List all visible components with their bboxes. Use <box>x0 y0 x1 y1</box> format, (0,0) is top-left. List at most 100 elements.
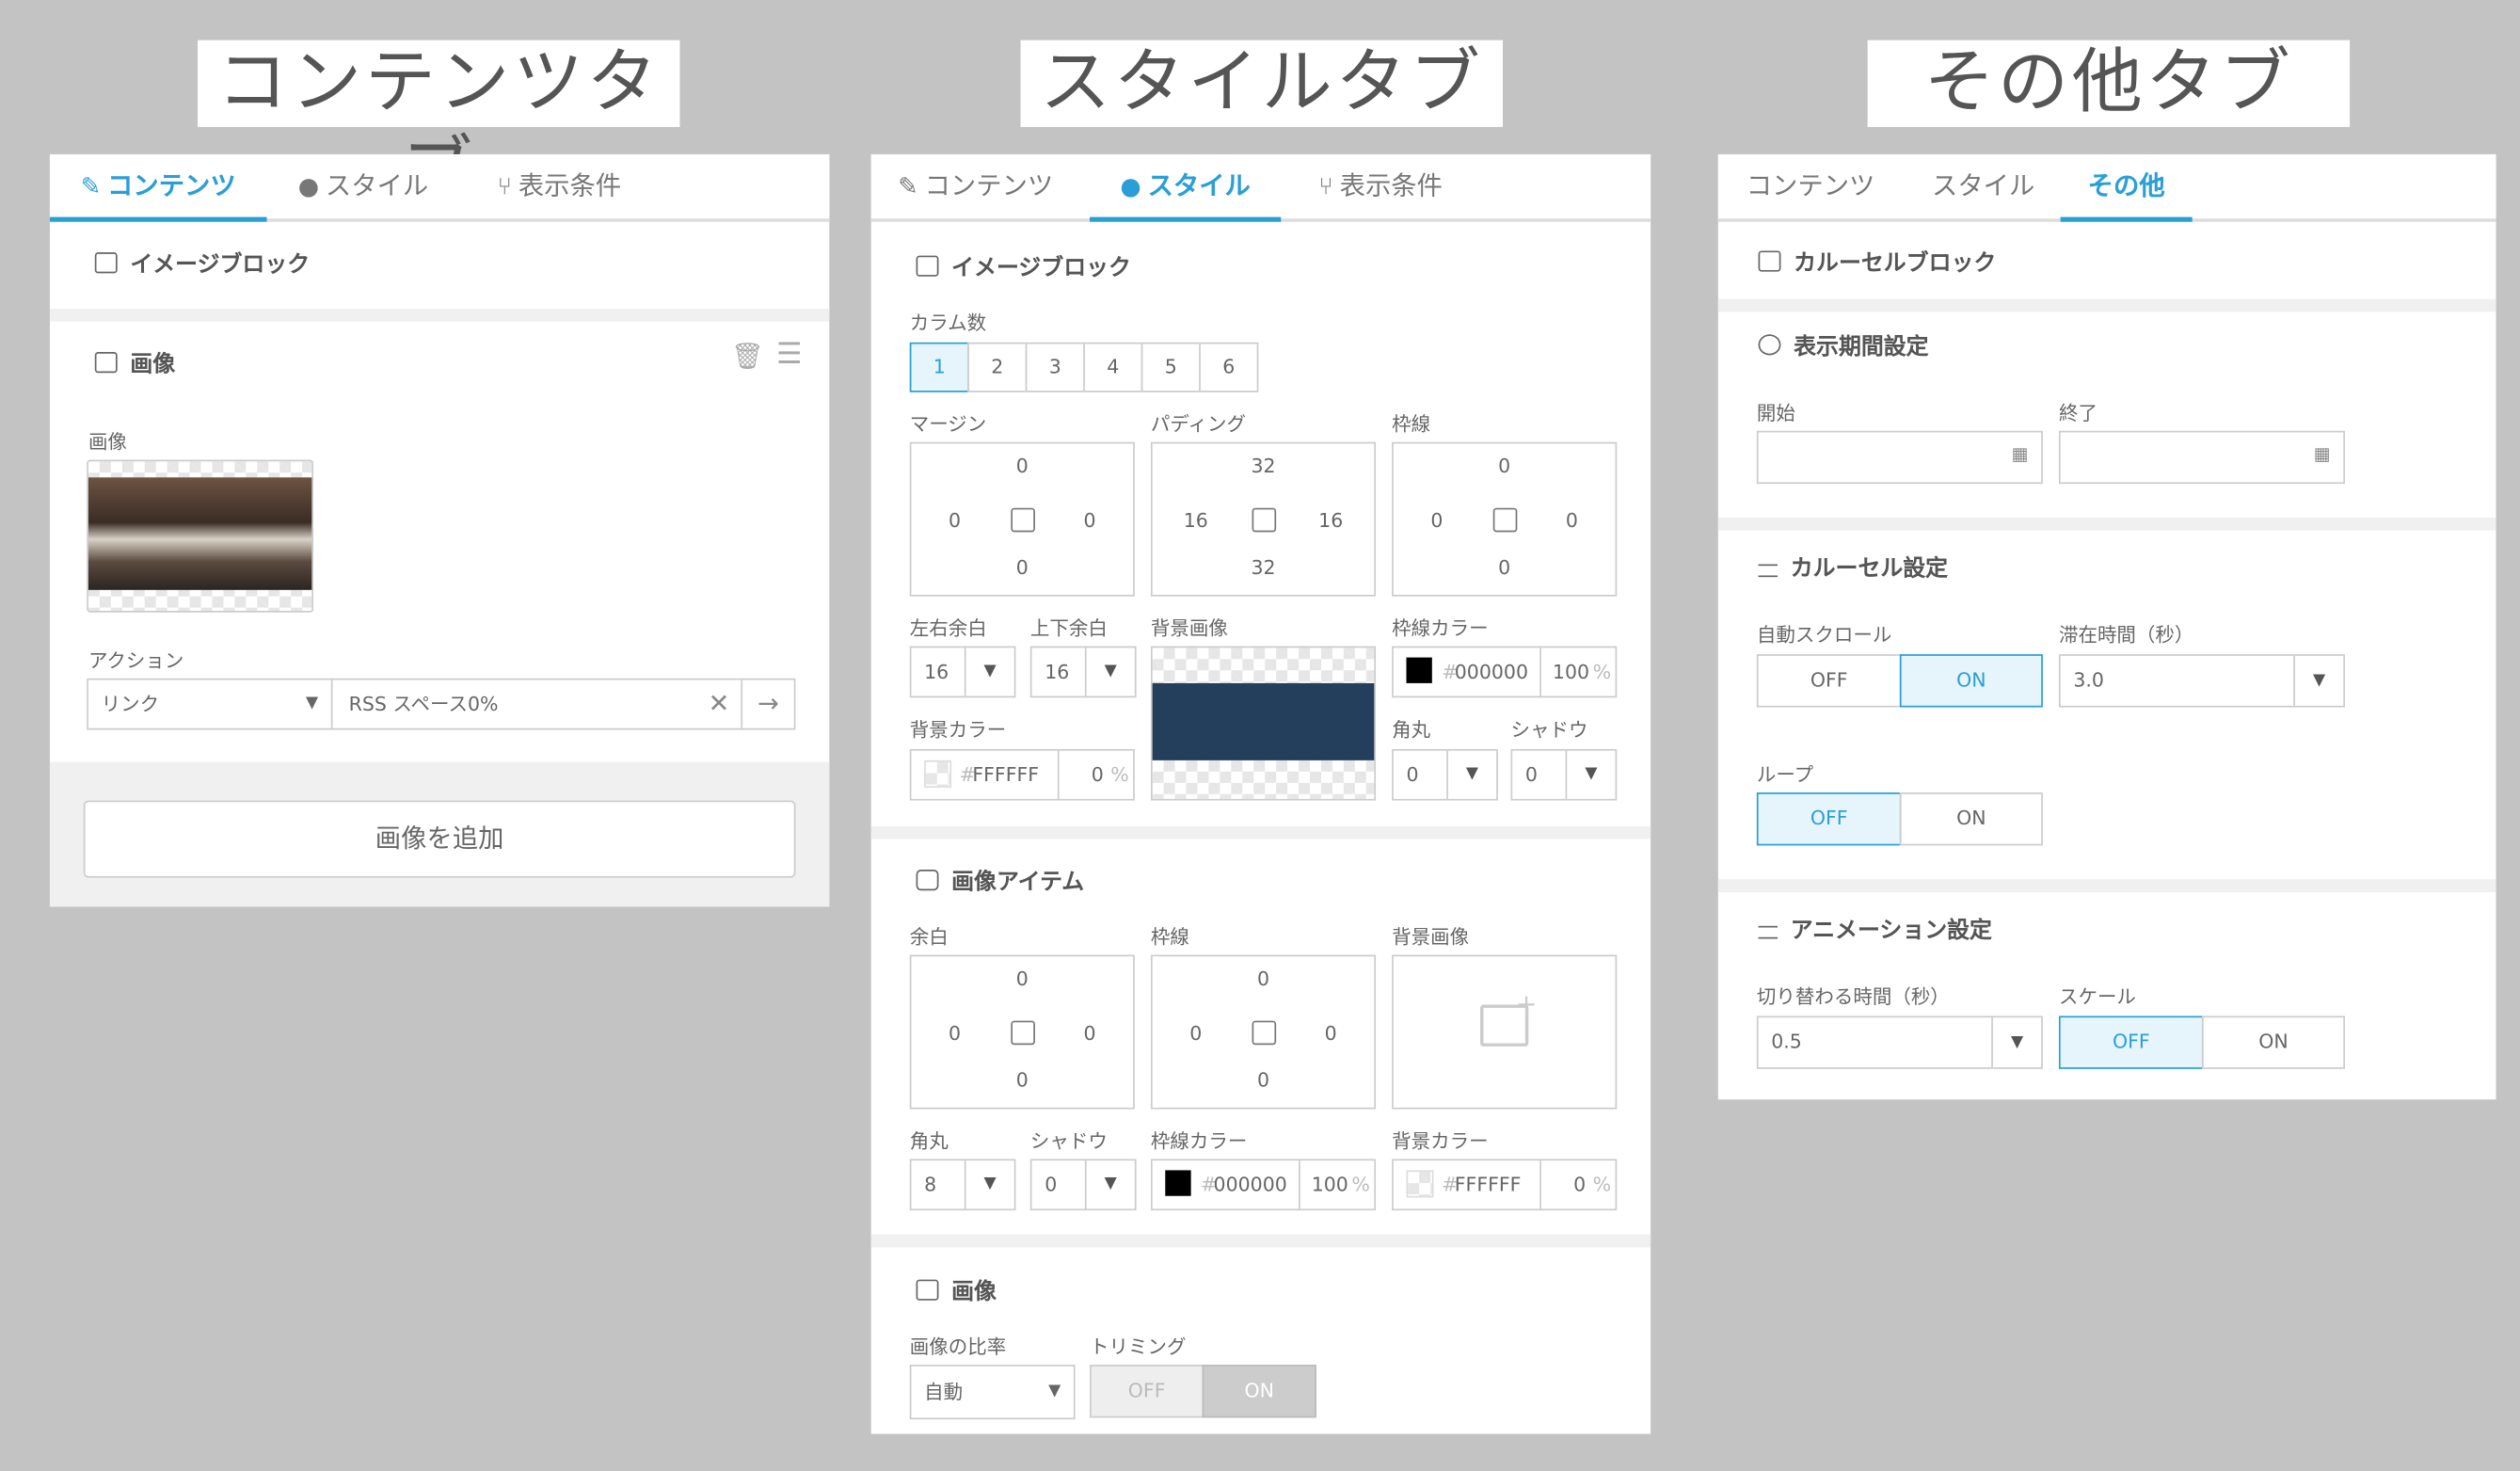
color-swatch[interactable] <box>1165 1170 1191 1196</box>
border-box[interactable]: 0 0 0 0 <box>1392 441 1618 597</box>
border-color-field[interactable]: # 000000 100 % <box>1392 646 1618 698</box>
tab-conditions[interactable]: ⑂ 表示条件 <box>471 154 647 218</box>
tab-content[interactable]: ✎ コンテンツ <box>49 154 267 222</box>
item-border-link-checkbox[interactable] <box>1252 1020 1277 1046</box>
item-spacing-right[interactable]: 0 <box>1065 1022 1113 1045</box>
action-type-select[interactable]: リンク ▼ <box>87 678 333 730</box>
column-option-6[interactable]: 6 <box>1199 342 1259 392</box>
end-date-input[interactable]: ▦ <box>2058 430 2345 485</box>
radius-select[interactable]: 0 ▼ <box>1392 748 1498 801</box>
tab-content[interactable]: ✎ コンテンツ <box>871 154 1080 218</box>
tab-style[interactable]: ● スタイル <box>1090 154 1282 222</box>
margin-link-checkbox[interactable] <box>1011 507 1035 533</box>
bg-color-field[interactable]: # FFFFFF 0 % <box>909 748 1135 801</box>
color-swatch[interactable] <box>1406 1170 1434 1198</box>
stay-time-select[interactable]: 3.0 ▼ <box>2058 654 2345 708</box>
border-bottom[interactable]: 0 <box>1480 556 1528 579</box>
ratio-select[interactable]: 自動 ▼ <box>909 1365 1076 1420</box>
lr-margin-select[interactable]: 16 ▼ <box>909 646 1016 698</box>
border-left[interactable]: 0 <box>1412 509 1460 532</box>
padding-left[interactable]: 16 <box>1172 509 1220 532</box>
carousel-icon <box>1758 250 1781 272</box>
start-date-input[interactable]: ▦ <box>1756 430 2043 485</box>
item-border-bottom[interactable]: 0 <box>1239 1069 1287 1092</box>
margin-left[interactable]: 0 <box>931 509 979 532</box>
timer-icon <box>1758 334 1781 356</box>
tab-style[interactable]: スタイル <box>1903 154 2064 218</box>
tab-conditions[interactable]: ⑂ 表示条件 <box>1292 154 1469 218</box>
loop-off-button[interactable]: OFF <box>1756 792 1902 846</box>
padding-right[interactable]: 16 <box>1307 509 1355 532</box>
border-top[interactable]: 0 <box>1480 455 1528 477</box>
trim-label: トリミング <box>1090 1335 1187 1359</box>
padding-link-checkbox[interactable] <box>1252 507 1277 533</box>
switch-time-select[interactable]: 0.5 ▼ <box>1756 1015 2043 1069</box>
arrow-right-icon[interactable]: → <box>741 680 793 728</box>
caret-down-icon: ▼ <box>964 1160 1014 1209</box>
scale-off-button[interactable]: OFF <box>2058 1015 2204 1069</box>
column-option-4[interactable]: 4 <box>1083 342 1143 392</box>
palette-icon: ● <box>297 171 320 201</box>
action-label: アクション <box>88 649 184 672</box>
color-swatch[interactable] <box>924 759 952 788</box>
calendar-icon[interactable]: ▦ <box>2012 443 2029 464</box>
margin-top[interactable]: 0 <box>998 455 1046 477</box>
autoscroll-label: 自動スクロール <box>1756 623 1892 647</box>
trim-off-button[interactable]: OFF <box>1090 1365 1204 1418</box>
item-border-color-field[interactable]: # 000000 100 % <box>1150 1159 1377 1211</box>
tab-other[interactable]: その他 <box>2060 154 2193 222</box>
column-option-5[interactable]: 5 <box>1140 342 1201 392</box>
drag-handle-icon[interactable]: ☰ <box>776 338 803 372</box>
image-icon <box>94 252 118 274</box>
stay-time-label: 滞在時間（秒） <box>2058 623 2194 647</box>
margin-right[interactable]: 0 <box>1065 509 1113 532</box>
content-panel: ✎ コンテンツ ● スタイル ⑂ 表示条件 イメージブロック 画像 🗑 ☰ 画像 アク… <box>49 153 830 907</box>
item-bg-color-field[interactable]: # FFFFFF 0 % <box>1392 1159 1618 1211</box>
image-thumbnail[interactable] <box>87 459 314 613</box>
item-spacing-bottom[interactable]: 0 <box>998 1069 1046 1092</box>
bg-image-preview[interactable] <box>1150 646 1377 801</box>
margin-box[interactable]: 0 0 0 0 <box>909 441 1135 597</box>
padding-bottom[interactable]: 32 <box>1239 556 1287 579</box>
column-option-3[interactable]: 3 <box>1025 342 1085 392</box>
item-spacing-top[interactable]: 0 <box>998 967 1046 990</box>
column-option-2[interactable]: 2 <box>967 342 1028 392</box>
item-spacing-box[interactable]: 0 0 0 0 <box>909 954 1135 1110</box>
item-bg-image-box[interactable]: + <box>1392 954 1618 1110</box>
fork-icon: ⑂ <box>1318 171 1333 201</box>
item-shadow-select[interactable]: 0 ▼ <box>1029 1159 1137 1211</box>
calendar-icon[interactable]: ▦ <box>2314 443 2331 464</box>
autoscroll-on-button[interactable]: ON <box>1899 654 2043 708</box>
item-spacing-link-checkbox[interactable] <box>1011 1020 1035 1046</box>
border-right[interactable]: 0 <box>1548 509 1596 532</box>
column-option-1[interactable]: 1 <box>909 342 969 392</box>
tb-margin-select[interactable]: 16 ▼ <box>1029 646 1137 698</box>
image-icon <box>916 1279 939 1301</box>
columns-label: カラム数 <box>909 312 987 335</box>
shadow-select[interactable]: 0 ▼ <box>1510 748 1618 801</box>
loop-on-button[interactable]: ON <box>1899 792 2043 846</box>
add-image-button[interactable]: 画像を追加 <box>83 800 796 878</box>
caret-down-icon: ▼ <box>1048 1382 1061 1400</box>
padding-box[interactable]: 32 16 16 32 <box>1150 441 1377 597</box>
item-border-box[interactable]: 0 0 0 0 <box>1150 954 1377 1110</box>
item-border-top[interactable]: 0 <box>1239 967 1287 990</box>
item-spacing-left[interactable]: 0 <box>931 1022 979 1045</box>
action-value-field[interactable]: RSS スペース0% ✕ → <box>330 678 796 730</box>
margin-bottom[interactable]: 0 <box>998 556 1046 579</box>
item-radius-select[interactable]: 8 ▼ <box>909 1159 1016 1211</box>
scale-on-button[interactable]: ON <box>2201 1015 2345 1069</box>
border-link-checkbox[interactable] <box>1492 507 1518 533</box>
padding-top[interactable]: 32 <box>1239 455 1287 477</box>
color-swatch[interactable] <box>1406 657 1432 683</box>
item-border-left[interactable]: 0 <box>1172 1022 1220 1045</box>
item-radius-label: 角丸 <box>909 1129 949 1153</box>
trash-icon[interactable]: 🗑 <box>731 341 764 371</box>
sliders-icon <box>1758 564 1778 578</box>
tab-style[interactable]: ● スタイル <box>275 154 452 218</box>
item-border-right[interactable]: 0 <box>1307 1022 1355 1045</box>
trim-on-button[interactable]: ON <box>1202 1365 1316 1418</box>
clear-icon[interactable]: ✕ <box>709 680 730 728</box>
tab-content[interactable]: コンテンツ <box>1726 154 1894 218</box>
autoscroll-off-button[interactable]: OFF <box>1756 654 1902 708</box>
